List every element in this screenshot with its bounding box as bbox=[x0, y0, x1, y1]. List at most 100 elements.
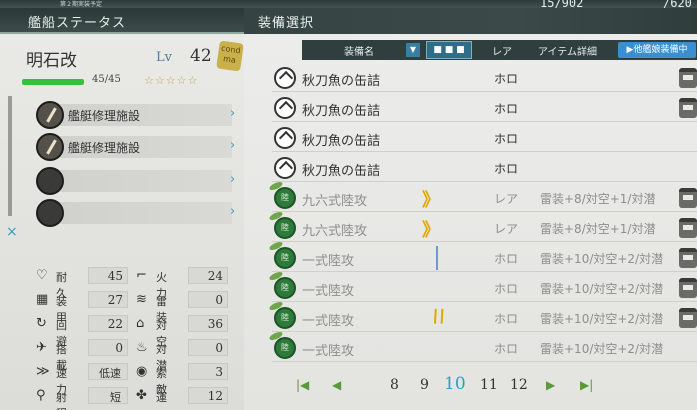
clover-icon: ✤ bbox=[136, 388, 147, 403]
equipment-name: 一式陸攻 bbox=[302, 314, 355, 329]
column-name: 装備名 bbox=[344, 47, 374, 58]
lock-icon[interactable] bbox=[679, 218, 697, 238]
equipment-rarity: ホロ bbox=[494, 342, 519, 356]
top-subtitle: 第２期実装予定 bbox=[60, 1, 103, 8]
equipment-select-header: 装備選択 bbox=[244, 8, 697, 34]
slot-label: 艦艇修理施設 bbox=[68, 141, 141, 155]
proficiency-line-icon bbox=[436, 246, 438, 270]
equipment-slot-3[interactable]: › bbox=[36, 167, 236, 195]
column-detail: アイテム詳細 bbox=[538, 47, 597, 58]
slot-arrow-icon: › bbox=[230, 204, 236, 219]
next-page-button[interactable]: ▶ bbox=[546, 378, 555, 392]
can-icon bbox=[274, 157, 296, 179]
sort-dropdown-icon[interactable]: ▼ bbox=[406, 43, 420, 57]
stat-value: 36 bbox=[207, 317, 223, 331]
equipment-row[interactable]: 秋刀魚の缶詰 ホロ bbox=[272, 64, 697, 92]
proficiency-chevron-icon: 》 bbox=[422, 220, 440, 241]
column-rarity: レア bbox=[492, 47, 512, 58]
equipment-rarity: レア bbox=[494, 222, 519, 236]
pagination: |◀ ◀ 8 9 10 11 12 ▶ ▶| bbox=[296, 374, 616, 398]
level-label: Lv bbox=[156, 50, 172, 65]
stat-value: 12 bbox=[207, 389, 223, 403]
first-page-button[interactable]: |◀ bbox=[296, 378, 309, 392]
anti-sub-icon: ♨ bbox=[136, 340, 148, 355]
stat-value: 24 bbox=[207, 269, 223, 283]
lock-icon[interactable] bbox=[679, 98, 697, 118]
stat-value: 45 bbox=[107, 269, 123, 283]
equipment-row[interactable]: 秋刀魚の缶詰 ホロ bbox=[272, 94, 697, 122]
stat-label: 射程 bbox=[56, 391, 67, 410]
proficiency-double-line-icon: \\ bbox=[428, 306, 449, 327]
ship-name: 明石改 bbox=[26, 51, 77, 71]
equipment-rarity: ホロ bbox=[494, 102, 519, 116]
equipment-row[interactable]: 秋刀魚の缶詰 ホロ bbox=[272, 124, 697, 152]
equipment-rarity: ホロ bbox=[494, 162, 519, 176]
lock-icon[interactable] bbox=[679, 278, 697, 298]
other-ships-equipped-button[interactable]: ▶他艦娘装備中 bbox=[618, 42, 696, 58]
stat-value: 短 bbox=[110, 391, 121, 404]
wrench-icon bbox=[36, 133, 64, 161]
gun-icon: ⌐ bbox=[136, 268, 147, 283]
lock-icon[interactable] bbox=[679, 68, 697, 88]
page-8[interactable]: 8 bbox=[390, 377, 399, 393]
equipment-row[interactable]: 秋刀魚の缶詰 ホロ bbox=[272, 154, 697, 182]
condition-badge: cond ma bbox=[216, 40, 244, 72]
equipment-slot-1[interactable]: 艦艇修理施設 › bbox=[36, 101, 236, 129]
empty-slot-icon bbox=[36, 167, 64, 195]
page-11[interactable]: 11 bbox=[480, 377, 498, 393]
page-9[interactable]: 9 bbox=[420, 377, 429, 393]
equipment-detail: 雷装+10/対空+2/対潜 bbox=[540, 342, 664, 356]
equipment-rarity: ホロ bbox=[494, 252, 519, 266]
equipment-name: 秋刀魚の缶詰 bbox=[302, 164, 381, 179]
slot-arrow-icon: › bbox=[230, 138, 236, 153]
top-resource-strip: 第２期実装予定 15/902 /620 bbox=[0, 0, 697, 10]
lock-icon[interactable] bbox=[679, 248, 697, 268]
equipment-rarity: レア bbox=[494, 192, 519, 206]
slot-label: 艦艇修理施設 bbox=[68, 109, 141, 123]
rarity-stars: ☆☆☆☆☆ bbox=[144, 74, 199, 87]
close-icon[interactable]: × bbox=[6, 224, 18, 240]
evasion-icon: ↻ bbox=[36, 316, 47, 331]
land-plane-icon: 陸 bbox=[274, 307, 296, 329]
equipment-slot-2[interactable]: 艦艇修理施設 › bbox=[36, 133, 236, 161]
page-12[interactable]: 12 bbox=[510, 377, 528, 393]
equipment-row[interactable]: 陸一式陸攻 ホロ 雷装+10/対空+2/対潜 bbox=[272, 244, 697, 272]
ship-status-title: 艦船ステータス bbox=[28, 16, 127, 31]
equipment-select-title: 装備選択 bbox=[258, 16, 315, 31]
equipment-row[interactable]: 陸一式陸攻 ホロ 雷装+10/対空+2/対潜 bbox=[272, 334, 697, 362]
ship-status-panel: 明石改 Lv 42 cond ma 45/45 ☆☆☆☆☆ 艦艇修理施設 › 艦… bbox=[0, 36, 244, 410]
equipment-detail: 雷装+10/対空+2/対潜 bbox=[540, 282, 664, 296]
equipment-list-panel: 装備名 ▼ ■ ■ ■ レア アイテム詳細 ▶他艦娘装備中 秋刀魚の缶詰 ホロ 秋刀… bbox=[244, 34, 697, 410]
stat-label: 運 bbox=[156, 391, 167, 404]
equipment-name: 九六式陸攻 bbox=[302, 224, 368, 239]
lock-icon[interactable] bbox=[679, 188, 697, 208]
ship-status-header: 艦船ステータス bbox=[0, 8, 244, 34]
slot-scrollbar[interactable] bbox=[8, 96, 12, 216]
lock-icon[interactable] bbox=[679, 308, 697, 328]
equipment-row[interactable]: 陸九六式陸攻 》 レア 雷装+8/対空+1/対潜 bbox=[272, 214, 697, 242]
equipment-name: 一式陸攻 bbox=[302, 284, 355, 299]
equipment-name: 秋刀魚の缶詰 bbox=[302, 74, 381, 89]
armor-icon: ▦ bbox=[36, 292, 49, 307]
equipment-row[interactable]: 陸一式陸攻 ホロ 雷装+10/対空+2/対潜 bbox=[272, 274, 697, 302]
equipment-name: 秋刀魚の缶詰 bbox=[302, 104, 381, 119]
equipment-row[interactable]: 陸一式陸攻 \\ ホロ 雷装+10/対空+2/対潜 bbox=[272, 304, 697, 332]
last-page-button[interactable]: ▶| bbox=[580, 378, 593, 392]
eye-icon: ◉ bbox=[136, 364, 148, 379]
column-header: 装備名 ▼ ■ ■ ■ レア アイテム詳細 ▶他艦娘装備中 bbox=[302, 40, 697, 60]
view-toggle-button[interactable]: ■ ■ ■ bbox=[426, 41, 472, 59]
stat-value: 0 bbox=[215, 293, 223, 307]
anti-air-icon: ⌂ bbox=[136, 316, 145, 331]
equipment-slot-4[interactable]: › bbox=[36, 199, 236, 227]
hp-bar bbox=[22, 79, 84, 85]
equipment-rarity: ホロ bbox=[494, 132, 519, 146]
slot-arrow-icon: › bbox=[230, 172, 236, 187]
heart-icon: ♡ bbox=[36, 268, 48, 283]
land-plane-icon: 陸 bbox=[274, 337, 296, 359]
stat-value: 0 bbox=[215, 341, 223, 355]
page-10-current[interactable]: 10 bbox=[444, 374, 466, 394]
prev-page-button[interactable]: ◀ bbox=[332, 378, 341, 392]
equipment-detail: 雷装+8/対空+1/対潜 bbox=[540, 192, 656, 206]
equipment-row[interactable]: 陸九六式陸攻 》 レア 雷装+8/対空+1/対潜 bbox=[272, 184, 697, 212]
slot-arrow-icon: › bbox=[230, 106, 236, 121]
